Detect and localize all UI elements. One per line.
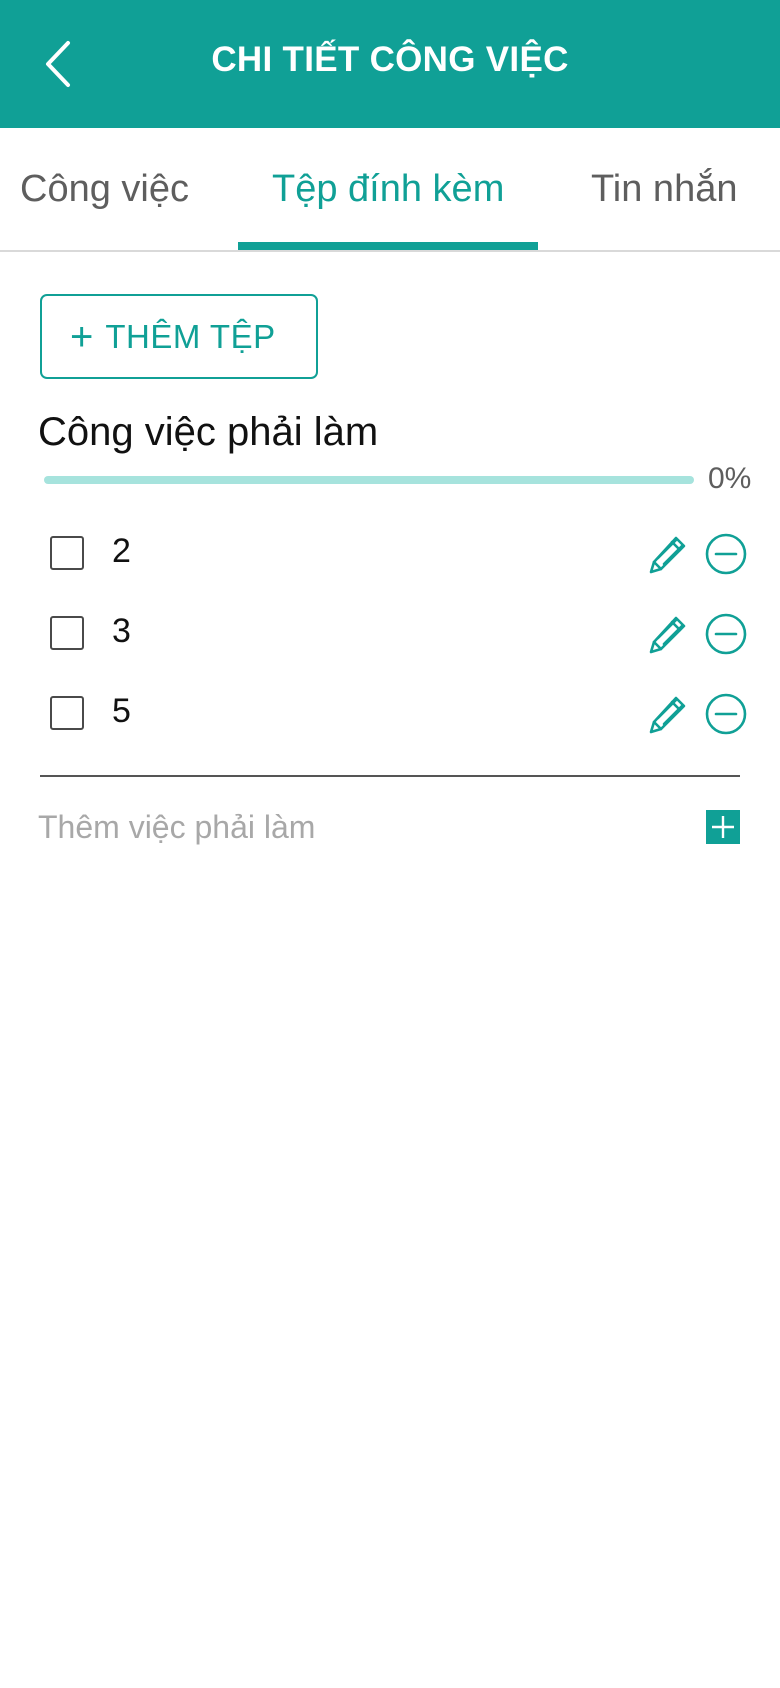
todo-item-text: 2 — [112, 532, 131, 570]
minus-circle-icon[interactable] — [704, 692, 748, 736]
add-file-button-label: THÊM TỆP — [105, 317, 276, 355]
todo-item: 5 — [0, 672, 780, 752]
todo-item: 3 — [0, 592, 780, 672]
app-header: CHI TIẾT CÔNG VIỆC — [0, 0, 780, 128]
todo-progress-bar — [44, 476, 694, 484]
add-todo-input[interactable] — [38, 802, 678, 852]
todo-item-text: 3 — [112, 612, 131, 650]
todo-checkbox[interactable] — [50, 616, 84, 650]
tab-cong-viec[interactable]: Công việc — [20, 168, 189, 211]
add-todo-button[interactable] — [706, 810, 740, 844]
todo-item: 2 — [0, 512, 780, 592]
tab-bar: Công việc Tệp đính kèm Tin nhắn — [0, 128, 780, 252]
todo-item-text: 5 — [112, 692, 131, 730]
active-tab-indicator — [238, 242, 538, 250]
pencil-icon[interactable] — [646, 692, 690, 736]
pencil-icon[interactable] — [646, 532, 690, 576]
todo-progress-text: 0% — [708, 462, 752, 495]
todo-section-title: Công việc phải làm — [38, 410, 379, 454]
plus-icon: + — [70, 314, 94, 359]
pencil-icon[interactable] — [646, 612, 690, 656]
tab-tep-dinh-kem[interactable]: Tệp đính kèm — [272, 168, 504, 211]
minus-circle-icon[interactable] — [704, 532, 748, 576]
todo-list: 2 3 5 — [0, 512, 780, 752]
add-file-button[interactable]: + THÊM TỆP — [40, 294, 318, 379]
todo-checkbox[interactable] — [50, 696, 84, 730]
minus-circle-icon[interactable] — [704, 612, 748, 656]
tab-tin-nhan[interactable]: Tin nhắn — [591, 168, 737, 211]
todo-checkbox[interactable] — [50, 536, 84, 570]
page-title: CHI TIẾT CÔNG VIỆC — [211, 40, 569, 79]
todo-divider — [40, 775, 740, 777]
